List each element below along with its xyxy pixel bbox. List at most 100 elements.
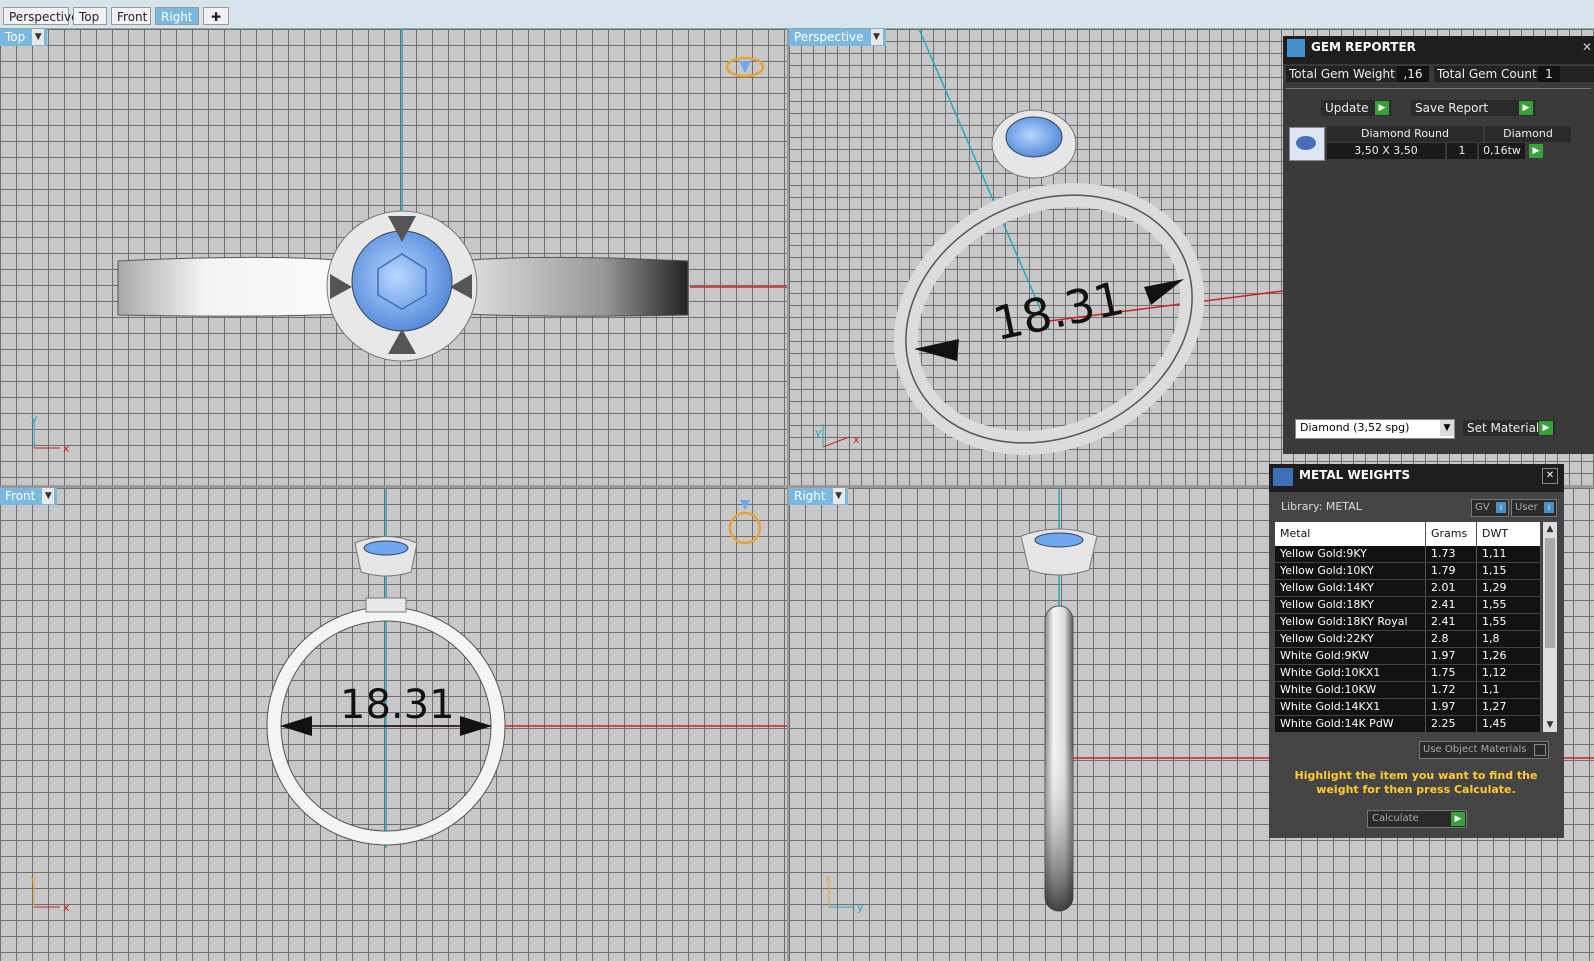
chevron-up-icon[interactable]: ▲ <box>1543 522 1557 536</box>
gem-stone <box>1005 116 1063 158</box>
viewport-label-right[interactable]: Right ▼ <box>789 488 848 505</box>
save-report-button[interactable]: Save Report ▶ <box>1411 100 1535 116</box>
splitter-handle[interactable] <box>1286 88 1591 93</box>
viewport-label-front[interactable]: Front ▼ <box>0 488 58 505</box>
gem-qty: 1 <box>1447 143 1477 159</box>
close-icon[interactable]: ✕ <box>1582 36 1592 58</box>
viewport-label-top[interactable]: Top ▼ <box>0 29 48 46</box>
ring-orientation-icon <box>728 500 762 545</box>
column-header-grams[interactable]: Grams <box>1425 522 1477 546</box>
gem-reporter-titlebar: GEM REPORTER ✕ <box>1283 36 1594 64</box>
chevron-down-icon[interactable]: ▼ <box>1543 718 1557 732</box>
viewport-label-perspective[interactable]: Perspective ▼ <box>789 29 886 46</box>
play-icon: ▶ <box>1451 812 1465 826</box>
dimension-arrow-right <box>460 716 492 736</box>
metal-icon <box>1273 468 1293 486</box>
gem-type: Diamond <box>1485 126 1571 142</box>
metal-weights-titlebar: METAL WEIGHTS ✕ <box>1269 464 1564 492</box>
axis-gizmo <box>822 424 850 448</box>
gem-stone <box>1034 532 1084 548</box>
material-select[interactable]: Diamond (3,52 spg) ▼ <box>1295 419 1455 439</box>
ring-size-dimension: 18.31 <box>988 271 1128 351</box>
diamond-icon <box>1296 136 1316 150</box>
gem-name: Diamond Round <box>1327 126 1483 142</box>
axis-gizmo <box>33 421 60 449</box>
axis-label-z: x <box>825 872 832 885</box>
play-icon: ▶ <box>1519 101 1533 115</box>
play-icon: ▶ <box>1375 101 1389 115</box>
table-row[interactable]: White Gold:14KX1 1.97 1,27 <box>1275 698 1541 716</box>
scrollbar-thumb[interactable] <box>1545 538 1555 648</box>
table-row[interactable]: Yellow Gold:14KY 2.01 1,29 <box>1275 579 1541 597</box>
table-row[interactable]: White Gold:9KW 1.97 1,26 <box>1275 647 1541 665</box>
gem-stone <box>363 540 409 556</box>
viewport-top[interactable]: y x Top ▼ <box>0 29 787 485</box>
dimension-arrow-left <box>280 716 312 736</box>
total-gem-weight-label: Total Gem Weight <box>1289 67 1395 81</box>
gem-reporter-icon <box>1287 39 1305 57</box>
table-row[interactable]: White Gold:10KW 1.72 1,1 <box>1275 681 1541 699</box>
axis-label-y: y <box>815 426 822 439</box>
front-view-canvas: 18.31 y x <box>30 488 787 914</box>
chevron-down-icon[interactable]: ▼ <box>870 29 883 45</box>
column-header-metal[interactable]: Metal <box>1275 522 1426 546</box>
axis-label-y: y <box>31 412 38 425</box>
metal-weights-panel: METAL WEIGHTS ✕ Library: METAL GV i User… <box>1269 464 1564 838</box>
axis-label-x: x <box>63 442 70 455</box>
tab-perspective[interactable]: Perspective <box>3 7 79 25</box>
metal-table: Metal Grams DWT Yellow Gold:9KY 1.73 1,11 … <box>1275 522 1541 732</box>
play-icon: ▶ <box>1539 421 1553 435</box>
gem-weight: 0,16tw <box>1479 143 1525 159</box>
table-row[interactable]: Yellow Gold:18KY 2.41 1,55 <box>1275 596 1541 614</box>
plus-icon: ✚ <box>210 10 222 24</box>
axis-gizmo <box>828 882 855 908</box>
total-gem-count-label: Total Gem Count <box>1437 67 1537 81</box>
checkbox-icon <box>1534 744 1546 756</box>
table-row[interactable]: Yellow Gold:18KY Royal 2.41 1,55 <box>1275 613 1541 631</box>
dimension-arrow-left <box>914 339 959 361</box>
view-tab-bar: Perspective Top Front Right ✚ <box>0 0 1594 29</box>
gem-orientation-icon <box>725 56 765 78</box>
metal-table-scrollbar[interactable]: ▲ ▼ <box>1543 522 1557 732</box>
table-row[interactable]: White Gold:14K PdW 2.25 1,45 <box>1275 715 1541 732</box>
top-view-canvas: y x <box>31 29 787 455</box>
tab-front[interactable]: Front <box>111 7 151 25</box>
table-row[interactable]: Yellow Gold:22KY 2.8 1,8 <box>1275 630 1541 648</box>
chevron-down-icon[interactable]: ▼ <box>832 488 845 504</box>
user-toggle[interactable]: User i <box>1511 499 1557 517</box>
gv-toggle[interactable]: GV i <box>1471 499 1509 517</box>
close-icon[interactable]: ✕ <box>1542 468 1558 484</box>
chevron-down-icon: ▼ <box>1440 420 1454 436</box>
add-tab-button[interactable]: ✚ <box>203 7 229 25</box>
dimension-arrow-right <box>1144 279 1184 305</box>
tab-right[interactable]: Right <box>155 7 199 25</box>
column-header-dwt[interactable]: DWT <box>1476 522 1541 546</box>
info-icon: i <box>1496 502 1506 513</box>
axis-label-y: y <box>30 872 37 885</box>
chevron-down-icon[interactable]: ▼ <box>32 29 45 45</box>
chevron-down-icon[interactable]: ▼ <box>42 488 55 504</box>
tab-top[interactable]: Top <box>73 7 107 25</box>
gem-size: 3,50 X 3,50 <box>1327 143 1445 159</box>
use-object-materials-toggle[interactable]: Use Object Materials <box>1419 741 1549 759</box>
table-row[interactable]: White Gold:10KX1 1.75 1,12 <box>1275 664 1541 682</box>
gem-thumbnail[interactable] <box>1289 127 1325 161</box>
table-header: Metal Grams DWT <box>1275 522 1541 546</box>
gem-stone <box>351 230 453 332</box>
set-material-button[interactable]: Set Material ▶ <box>1463 420 1555 436</box>
calculate-button[interactable]: Calculate ▶ <box>1367 810 1467 828</box>
update-button[interactable]: Update ▶ <box>1321 100 1391 116</box>
table-row[interactable]: Yellow Gold:9KY 1.73 1,11 <box>1275 546 1541 563</box>
play-icon[interactable]: ▶ <box>1529 144 1543 158</box>
library-label: Library: METAL <box>1281 500 1362 513</box>
total-gem-count-value: 1 <box>1538 66 1560 82</box>
viewport-front[interactable]: 18.31 y x Front ▼ <box>0 488 787 961</box>
table-row[interactable]: Yellow Gold:10KY 1.79 1,15 <box>1275 562 1541 580</box>
info-icon: i <box>1544 502 1554 513</box>
axis-label-y: y <box>857 901 864 914</box>
gem-reporter-panel: GEM REPORTER ✕ Total Gem Weight ,16 Tota… <box>1283 36 1594 454</box>
axis-label-x: x <box>853 433 860 446</box>
axis-gizmo <box>33 882 60 908</box>
calculate-hint: Highlight the item you want to find the … <box>1294 769 1538 796</box>
total-gem-weight-value: ,16 <box>1397 66 1429 82</box>
